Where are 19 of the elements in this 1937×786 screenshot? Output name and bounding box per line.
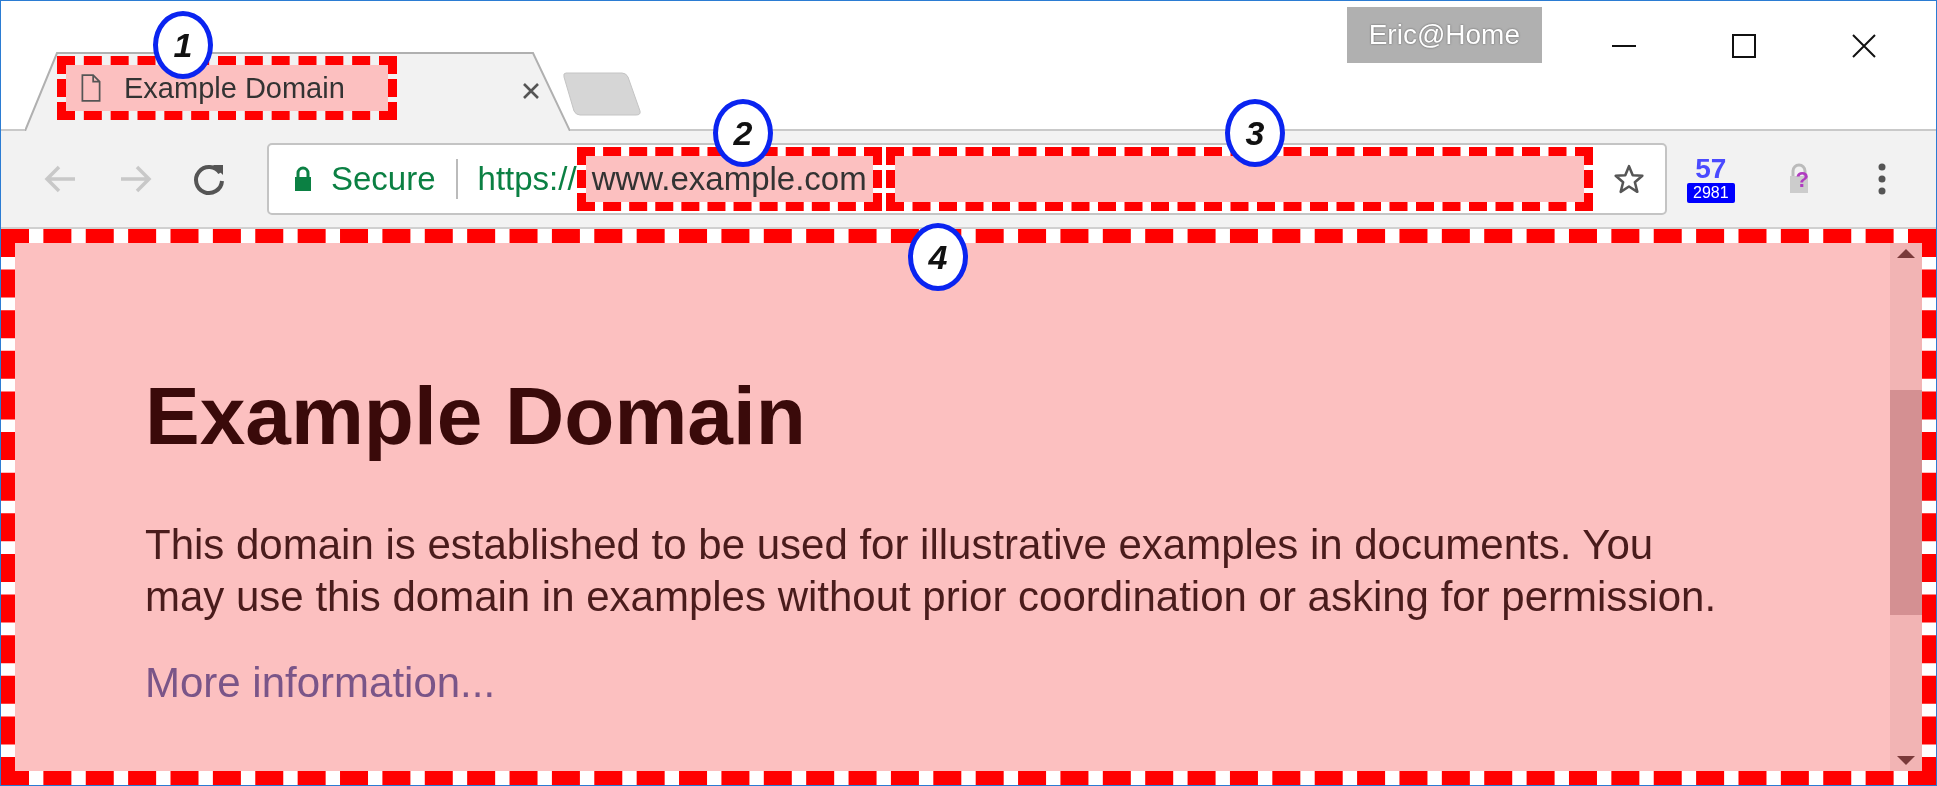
scroll-thumb[interactable]: [1890, 389, 1922, 615]
scrollbar[interactable]: [1890, 243, 1922, 771]
menu-icon[interactable]: [1876, 162, 1887, 196]
maximize-icon[interactable]: [1729, 31, 1759, 61]
lock-icon: [293, 166, 313, 192]
star-icon[interactable]: [1613, 163, 1645, 195]
scroll-up-icon[interactable]: [1897, 249, 1915, 258]
security-label: Secure: [331, 160, 436, 198]
annotation-marker: 1: [153, 11, 213, 79]
scroll-down-icon[interactable]: [1897, 756, 1915, 765]
page-heading: Example Domain: [145, 369, 807, 463]
annotation-marker: 2: [713, 99, 773, 167]
extension-button[interactable]: 57 2981: [1687, 155, 1735, 203]
page-paragraph: This domain is established to be used for illustrative examples in documents. You may use this domain in examples without prior coordination or asking for permission.: [145, 520, 1718, 622]
close-tab-icon[interactable]: [521, 81, 541, 101]
page-icon: [80, 74, 102, 102]
annotation-marker: 3: [1225, 99, 1285, 167]
url-scheme: https://: [477, 160, 577, 198]
more-info-link[interactable]: More information...: [145, 659, 496, 706]
